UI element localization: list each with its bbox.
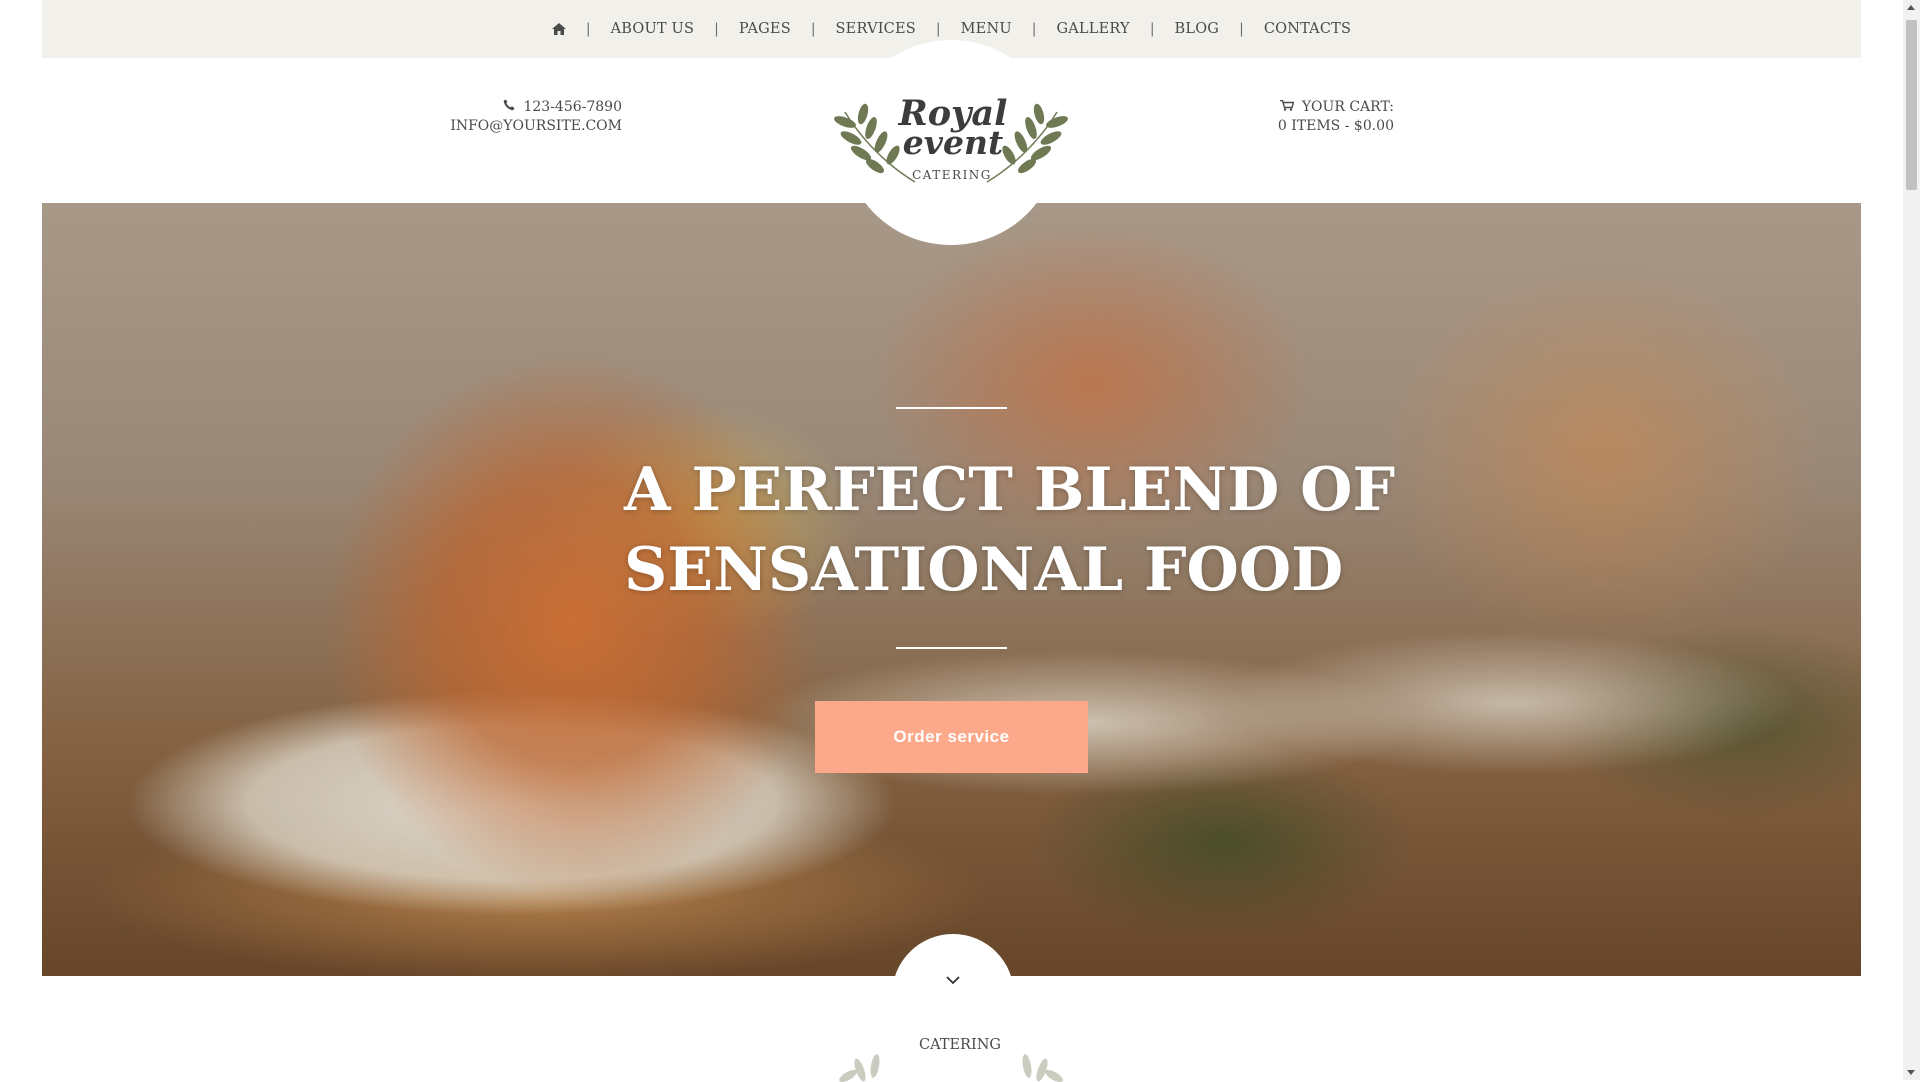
email-address[interactable]: INFO@YOURSITE.COM <box>450 117 622 136</box>
nav-separator: | <box>585 21 591 37</box>
hero-title-line-1: A PERFECT BLEND OF <box>624 455 1396 525</box>
section-label: CATERING <box>919 1037 1001 1053</box>
phone-number[interactable]: 123-456-7890 <box>523 98 622 117</box>
nav-separator: | <box>935 21 941 37</box>
site-logo[interactable]: Royal event CATERING <box>815 92 1087 192</box>
nav-item-pages[interactable]: PAGES <box>739 21 791 37</box>
home-icon[interactable] <box>551 23 566 35</box>
logo-tagline: CATERING <box>912 168 992 182</box>
nav-separator: | <box>1239 21 1244 37</box>
cart-summary[interactable]: YOUR CART: 0 ITEMS - $0.00 <box>1232 98 1394 136</box>
scrollbar-thumb[interactable] <box>1906 20 1917 190</box>
hero-title-line-2: SENSATIONAL FOOD <box>624 535 1344 605</box>
page-scrollbar[interactable] <box>1903 0 1920 1080</box>
phone-icon <box>503 98 515 117</box>
scroll-up-arrow-icon[interactable] <box>1907 5 1915 10</box>
cart-label: YOUR CART: <box>1301 99 1394 115</box>
nav-item-blog[interactable]: BLOG <box>1175 21 1220 37</box>
hero-banner: A PERFECT BLEND OF SENSATIONAL FOOD Orde… <box>42 203 1861 976</box>
cart-items-total: 0 ITEMS - $0.00 <box>1277 118 1394 134</box>
nav-item-menu[interactable]: MENU <box>961 21 1012 37</box>
chevron-down-icon <box>946 976 960 985</box>
nav-separator: | <box>1149 21 1155 37</box>
nav-item-services[interactable]: SERVICES <box>836 21 916 37</box>
cart-icon <box>1279 98 1295 117</box>
nav-item-home[interactable] <box>551 23 566 35</box>
nav-separator: | <box>714 21 719 37</box>
hero-divider-top <box>896 407 1007 409</box>
nav-separator: | <box>810 21 816 37</box>
nav-separator: | <box>1031 21 1037 37</box>
nav-item-gallery[interactable]: GALLERY <box>1056 21 1129 37</box>
nav-item-contacts[interactable]: CONTACTS <box>1264 21 1351 37</box>
hero-divider-bottom <box>896 647 1007 649</box>
scroll-down-arrow-icon[interactable] <box>1907 1070 1915 1075</box>
logo-wordmark-line-2: event <box>903 123 1003 162</box>
order-service-button[interactable]: Order service <box>815 701 1088 773</box>
hero-title: A PERFECT BLEND OF SENSATIONAL FOOD <box>624 450 1404 610</box>
nav-menu: | ABOUT US | PAGES | SERVICES | MENU | G… <box>551 21 1351 37</box>
nav-item-about-us[interactable]: ABOUT US <box>611 21 695 37</box>
header-contact-info: 123-456-7890 INFO@YOURSITE.COM <box>440 98 622 136</box>
